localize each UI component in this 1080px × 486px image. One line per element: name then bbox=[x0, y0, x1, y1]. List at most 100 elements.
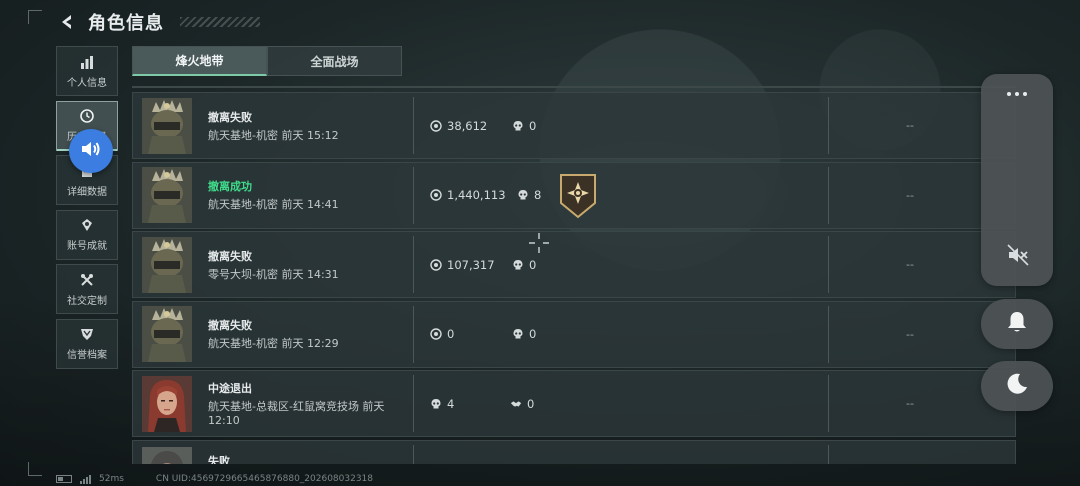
title-decoration bbox=[180, 17, 260, 27]
value-text: 107,317 bbox=[447, 257, 495, 272]
sidebar-item-label: 详细数据 bbox=[67, 186, 107, 198]
extra-value: -- bbox=[906, 258, 914, 271]
avatar bbox=[142, 306, 192, 362]
skull-icon bbox=[512, 259, 524, 271]
mode-tabs: 烽火地带 全面战场 bbox=[132, 46, 402, 76]
list-item[interactable]: 中途退出 航天基地-总裁区-红鼠窝竞技场 前天 12:10 4 0 -- bbox=[132, 370, 1016, 437]
kills-stat: 4 bbox=[430, 397, 454, 411]
divider bbox=[828, 97, 829, 154]
sidebar-item-reputation[interactable]: 信誉档案 bbox=[56, 318, 118, 369]
speaker-button[interactable] bbox=[69, 129, 113, 173]
kills-text: 0 bbox=[527, 396, 535, 411]
corner-decoration bbox=[28, 462, 42, 476]
value-text: 1,440,113 bbox=[447, 188, 506, 202]
moon-button[interactable] bbox=[981, 361, 1053, 411]
history-list[interactable]: 撤离失败 航天基地-机密 前天 15:12 38,612 0 -- 撤离成功 航… bbox=[132, 92, 1016, 464]
coin-icon bbox=[430, 119, 442, 132]
crosshair-icon bbox=[528, 232, 550, 254]
sidebar-item-achievements[interactable]: 账号成就 bbox=[56, 209, 118, 260]
list-item[interactable]: 撤离失败 航天基地-机密 前天 15:12 38,612 0 -- bbox=[132, 92, 1016, 159]
sidebar-item-social[interactable]: 社交定制 bbox=[56, 264, 118, 315]
kills-stat: 0 bbox=[512, 258, 536, 272]
tab-hazard-zone[interactable]: 烽火地带 bbox=[132, 46, 267, 76]
value-stat: 0 bbox=[430, 327, 454, 341]
value-text: 4 bbox=[447, 396, 455, 411]
tools-icon bbox=[79, 272, 95, 288]
status-label: 撤离成功 bbox=[208, 180, 252, 194]
location-label: 航天基地-机密 前天 15:12 bbox=[208, 128, 339, 142]
handshake-icon bbox=[510, 398, 522, 410]
skull-icon bbox=[430, 398, 442, 410]
floating-toolbar bbox=[981, 74, 1053, 286]
location-label: 航天基地-机密 前天 14:41 bbox=[208, 198, 339, 212]
battery-icon bbox=[56, 475, 72, 483]
sidebar-item-label: 社交定制 bbox=[67, 295, 107, 307]
skull-icon bbox=[512, 328, 524, 340]
bell-icon bbox=[1006, 310, 1028, 338]
divider bbox=[132, 86, 1016, 88]
avatar bbox=[142, 236, 192, 293]
mute-icon[interactable] bbox=[1005, 242, 1031, 268]
extra-value: -- bbox=[906, 397, 914, 410]
list-item[interactable]: 撤离失败 航天基地-机密 前天 12:29 0 0 -- bbox=[132, 300, 1016, 368]
location-label: 航天基地-总裁区-红鼠窝竞技场 前天 12:10 bbox=[208, 399, 385, 427]
status-label: 撤离失败 bbox=[208, 110, 252, 124]
status-label: 失败 bbox=[208, 454, 230, 465]
kills-text: 8 bbox=[534, 188, 542, 202]
divider bbox=[413, 97, 414, 154]
divider bbox=[413, 166, 414, 224]
speaker-icon bbox=[79, 137, 103, 165]
kills-stat: 8 bbox=[517, 188, 541, 202]
avatar bbox=[142, 167, 192, 223]
moon-icon bbox=[1005, 372, 1029, 400]
kills-stat: 0 bbox=[512, 327, 536, 341]
back-arrow-icon[interactable] bbox=[56, 11, 78, 33]
divider bbox=[413, 375, 414, 432]
divider bbox=[828, 444, 829, 464]
achievement-icon bbox=[79, 217, 95, 233]
extra-value: -- bbox=[906, 119, 914, 132]
list-item[interactable]: 失败 bbox=[132, 439, 1016, 465]
avatar bbox=[142, 375, 192, 432]
extra-value: -- bbox=[906, 188, 914, 202]
sidebar: 个人信息 历史记录 详细数据 账号成就 社交定制 信誉档案 bbox=[56, 46, 118, 374]
status-label: 撤离失败 bbox=[208, 249, 252, 263]
list-item[interactable]: 撤离失败 零号大坝-机密 前天 14:31 107,317 0 -- bbox=[132, 231, 1016, 298]
bar-chart-icon bbox=[79, 54, 95, 70]
skull-icon bbox=[517, 189, 529, 201]
kills-text: 0 bbox=[529, 327, 537, 341]
kills-text: 0 bbox=[529, 257, 537, 272]
more-options-icon[interactable] bbox=[981, 92, 1053, 96]
location-label: 航天基地-机密 前天 12:29 bbox=[208, 337, 339, 351]
value-stat: 107,317 bbox=[430, 258, 495, 272]
coin-icon bbox=[430, 189, 442, 201]
value-stat: 1,440,113 bbox=[430, 188, 506, 202]
avatar bbox=[142, 97, 192, 154]
coin-icon bbox=[430, 258, 442, 271]
status-label: 撤离失败 bbox=[208, 319, 252, 333]
status-bar: 52ms CN UID:4569729665465876880_20260803… bbox=[56, 474, 373, 484]
kills-stat: 0 bbox=[512, 119, 536, 133]
assists-stat: 0 bbox=[510, 397, 534, 411]
list-item[interactable]: 撤离成功 航天基地-机密 前天 14:41 1,440,113 8 -- bbox=[132, 161, 1016, 229]
header: 角色信息 bbox=[56, 8, 260, 36]
sidebar-item-label: 信誉档案 bbox=[67, 350, 107, 362]
extra-value: -- bbox=[906, 327, 914, 341]
sidebar-item-personal-info[interactable]: 个人信息 bbox=[56, 46, 118, 96]
achievement-badge-icon[interactable] bbox=[558, 173, 598, 219]
signal-icon bbox=[80, 474, 91, 484]
value-text: 0 bbox=[447, 327, 455, 341]
sidebar-item-label: 账号成就 bbox=[67, 241, 107, 253]
sidebar-item-label: 个人信息 bbox=[67, 77, 107, 89]
divider bbox=[413, 236, 414, 293]
divider bbox=[828, 375, 829, 432]
divider bbox=[828, 305, 829, 363]
divider bbox=[828, 236, 829, 293]
divider bbox=[413, 305, 414, 363]
ping-text: 52ms bbox=[99, 474, 124, 484]
bell-button[interactable] bbox=[981, 299, 1053, 349]
divider bbox=[413, 444, 414, 464]
tab-full-battlefield[interactable]: 全面战场 bbox=[267, 46, 402, 76]
skull-icon bbox=[512, 120, 524, 132]
value-stat: 38,612 bbox=[430, 119, 487, 133]
